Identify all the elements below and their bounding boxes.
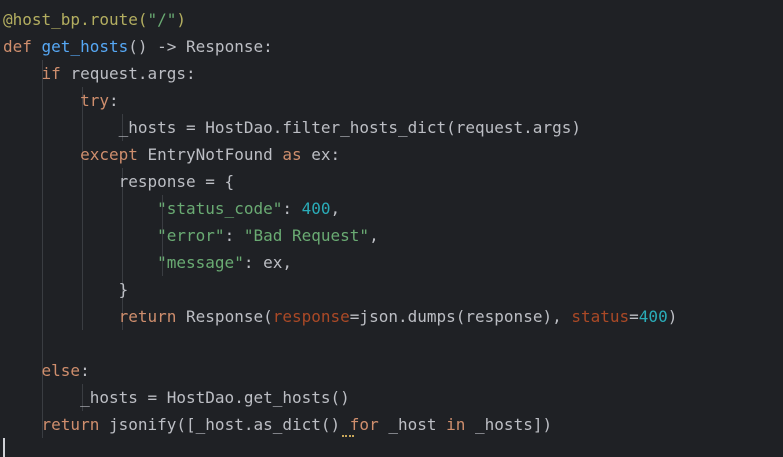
code-token: as [282,145,312,164]
code-token: ) [667,307,678,326]
code-line[interactable]: "status_code": 400, [3,195,340,222]
code-token: _host [388,415,447,434]
code-line[interactable]: def get_hosts() -> Response: [3,33,273,60]
code-token: 400 [301,199,331,218]
code-token: response [272,307,350,326]
code-token: get_hosts [41,37,129,56]
code-token: jsonify([_host.as_dict() [108,415,350,434]
code-token: "error" [157,226,225,245]
code-token: Response( [186,307,273,326]
code-token: ) [176,10,187,29]
code-token: @host_bp.route( [3,10,148,29]
code-token: } [3,280,129,299]
code-token: status [571,307,630,326]
code-token: _hosts = HostDao.get_hosts() [3,388,350,407]
code-line[interactable]: } [3,276,129,303]
code-editor[interactable]: @host_bp.route("/") def get_hosts() -> Re… [0,0,783,457]
code-token: : ex, [243,253,292,272]
code-token: = [629,307,639,326]
text-cursor [3,438,5,457]
code-token: request.args: [70,64,196,83]
code-line[interactable]: _hosts = HostDao.filter_hosts_dict(reque… [3,114,581,141]
code-token: "status_code" [157,199,283,218]
code-token: : [80,361,90,380]
code-token: else [41,361,81,380]
code-token: : [282,199,302,218]
code-token: "/" [147,10,177,29]
code-line[interactable]: _hosts = HostDao.get_hosts() [3,384,350,411]
code-line[interactable]: if request.args: [3,60,196,87]
code-token: , [330,199,341,218]
code-token: return [41,415,109,434]
code-token: EntryNotFound [147,145,283,164]
code-token: ex: [311,145,341,164]
code-line[interactable]: return jsonify([_host.as_dict() for _hos… [3,411,553,438]
code-line[interactable]: response = { [3,168,235,195]
code-token: 400 [638,307,668,326]
code-line[interactable]: return Response(response=json.dumps(resp… [3,303,678,330]
code-token: except [80,145,148,164]
code-token: "Bad Request" [243,226,370,245]
code-token: _hosts]) [475,415,553,434]
code-line[interactable]: try: [3,87,119,114]
code-token: , [369,226,379,245]
code-token: _hosts = HostDao.filter_hosts_dict(reque… [3,118,581,137]
code-token: : [108,91,119,110]
code-token: in [446,415,476,434]
code-token: response = { [3,172,235,191]
code-token: () -> Response: [128,37,273,56]
code-token: =json.dumps(response), [349,307,572,326]
code-line[interactable]: except EntryNotFound as ex: [3,141,340,168]
code-token: : [224,226,244,245]
code-token: for [349,415,389,434]
code-token: def [3,37,42,56]
code-line[interactable]: "message": ex, [3,249,292,276]
code-token: try [80,91,109,110]
code-line[interactable]: "error": "Bad Request", [3,222,379,249]
code-token: return [118,307,187,326]
code-line[interactable]: @host_bp.route("/") [3,6,186,33]
code-token: "message" [157,253,244,272]
code-token: if [41,64,71,83]
warning-squiggle [342,432,354,437]
code-line[interactable]: else: [3,357,90,384]
